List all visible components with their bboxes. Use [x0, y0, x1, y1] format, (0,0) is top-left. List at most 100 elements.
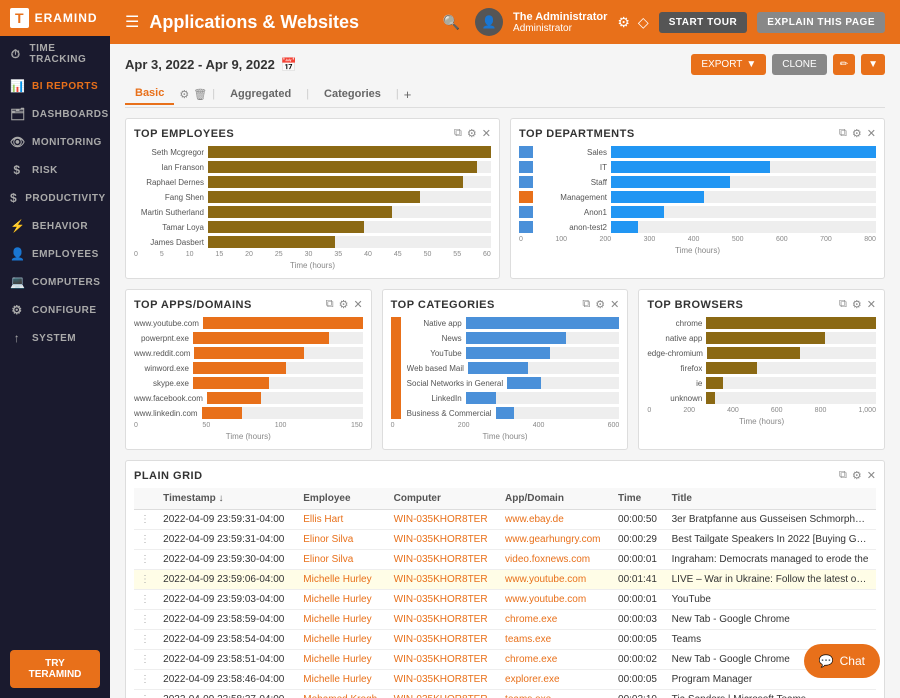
tab-basic[interactable]: Basic [125, 83, 174, 105]
cell-computer[interactable]: WIN-035KHOR8TER [388, 650, 499, 670]
cell-app[interactable]: www.gearhungry.com [499, 530, 612, 550]
col-dots [134, 488, 157, 510]
close-icon[interactable]: ✕ [610, 298, 619, 311]
copy-icon[interactable]: ⧉ [839, 127, 847, 140]
sidebar-item-risk[interactable]: $ RISK [0, 156, 110, 184]
col-time: Time [612, 488, 666, 510]
delete-icon[interactable]: 🗑 [193, 88, 207, 101]
row-dots[interactable]: ⋮ [134, 690, 157, 698]
explain-page-button[interactable]: EXPLAIN THIS PAGE [757, 12, 885, 33]
cell-app[interactable]: www.ebay.de [499, 510, 612, 530]
cell-computer[interactable]: WIN-035KHOR8TER [388, 690, 499, 698]
search-icon[interactable]: 🔍 [443, 14, 460, 31]
cell-employee[interactable]: Michelle Hurley [297, 590, 387, 610]
top-departments-title: TOP DEPARTMENTS [519, 128, 635, 140]
cell-employee[interactable]: Michelle Hurley [297, 570, 387, 590]
edit-button[interactable]: ✏ [833, 54, 855, 75]
settings-icon[interactable]: ⚙ [852, 298, 862, 311]
tab-categories[interactable]: Categories [314, 84, 391, 104]
start-tour-button[interactable]: START TOUR [659, 12, 748, 33]
export-button[interactable]: EXPORT ▼ [691, 54, 766, 75]
cell-computer[interactable]: WIN-035KHOR8TER [388, 610, 499, 630]
cell-employee[interactable]: Ellis Hart [297, 510, 387, 530]
cell-computer[interactable]: WIN-035KHOR8TER [388, 510, 499, 530]
settings-icon[interactable]: ⚙ [852, 469, 862, 482]
row-dots[interactable]: ⋮ [134, 650, 157, 670]
calendar-icon[interactable]: 📅 [281, 57, 297, 73]
sidebar-item-time-tracking[interactable]: ⏱ TIME TRACKING [0, 36, 110, 72]
cell-app[interactable]: explorer.exe [499, 670, 612, 690]
cell-computer[interactable]: WIN-035KHOR8TER [388, 590, 499, 610]
bar-row: skype.exe [134, 377, 363, 389]
filter-button[interactable]: ▼ [861, 54, 885, 75]
bar-row: Web based Mail [407, 362, 620, 374]
cell-employee[interactable]: Elinor Silva [297, 530, 387, 550]
row-dots[interactable]: ⋮ [134, 610, 157, 630]
copy-icon[interactable]: ⧉ [839, 469, 847, 482]
eye-icon: 👁 [10, 135, 24, 149]
cell-computer[interactable]: WIN-035KHOR8TER [388, 550, 499, 570]
chart-icon: 📊 [10, 79, 24, 93]
sidebar-item-system[interactable]: ↑ SYSTEM [0, 324, 110, 352]
settings-icon[interactable]: ⚙ [467, 127, 477, 140]
row-dots[interactable]: ⋮ [134, 510, 157, 530]
cell-title: 3er Bratpfanne aus Gusseisen Schmorphann… [666, 510, 876, 530]
top-departments-chart: Sales IT Staff Management Anon1 anon-tes… [537, 146, 876, 233]
cell-computer[interactable]: WIN-035KHOR8TER [388, 670, 499, 690]
copy-icon[interactable]: ⧉ [326, 298, 334, 311]
close-icon[interactable]: ✕ [867, 298, 876, 311]
row-dots[interactable]: ⋮ [134, 590, 157, 610]
cell-computer[interactable]: WIN-035KHOR8TER [388, 530, 499, 550]
diamond-icon[interactable]: ◇ [638, 14, 649, 31]
cell-app[interactable]: video.foxnews.com [499, 550, 612, 570]
cell-employee[interactable]: Michelle Hurley [297, 630, 387, 650]
cell-timestamp: 2022-04-09 23:59:03-04:00 [157, 590, 297, 610]
cell-app[interactable]: teams.exe [499, 630, 612, 650]
row-dots[interactable]: ⋮ [134, 630, 157, 650]
cell-app[interactable]: teams.exe [499, 690, 612, 698]
try-teramind-button[interactable]: TRY TERAMIND [10, 650, 100, 688]
cell-app[interactable]: www.youtube.com [499, 570, 612, 590]
sidebar-item-productivity[interactable]: $ PRODUCTIVITY [0, 184, 110, 212]
row-dots[interactable]: ⋮ [134, 570, 157, 590]
cell-employee[interactable]: Michelle Hurley [297, 610, 387, 630]
clone-button[interactable]: CLONE [772, 54, 826, 75]
row-dots[interactable]: ⋮ [134, 530, 157, 550]
tab-aggregated[interactable]: Aggregated [220, 84, 301, 104]
tabs: Basic ⚙ 🗑 | Aggregated | Categories | + [125, 83, 885, 108]
row-dots[interactable]: ⋮ [134, 670, 157, 690]
settings-icon[interactable]: ⚙ [179, 88, 189, 101]
cell-employee[interactable]: Michelle Hurley [297, 670, 387, 690]
copy-icon[interactable]: ⧉ [454, 127, 462, 140]
cell-app[interactable]: chrome.exe [499, 650, 612, 670]
sidebar-item-employees[interactable]: 👤 EMPLOYEES [0, 240, 110, 268]
sidebar-item-bi-reports[interactable]: 📊 BI REPORTS [0, 72, 110, 100]
chat-button[interactable]: 💬 Chat [804, 644, 880, 678]
cell-app[interactable]: chrome.exe [499, 610, 612, 630]
close-icon[interactable]: ✕ [867, 127, 876, 140]
cell-app[interactable]: www.youtube.com [499, 590, 612, 610]
row-dots[interactable]: ⋮ [134, 550, 157, 570]
sidebar-item-behavior[interactable]: ⚡ BEHAVIOR [0, 212, 110, 240]
col-timestamp[interactable]: Timestamp ↓ [157, 488, 297, 510]
sidebar-item-configure[interactable]: ⚙ CONFIGURE [0, 296, 110, 324]
cell-employee[interactable]: Michelle Hurley [297, 650, 387, 670]
close-icon[interactable]: ✕ [482, 127, 491, 140]
close-icon[interactable]: ✕ [353, 298, 362, 311]
settings-icon[interactable]: ⚙ [595, 298, 605, 311]
copy-icon[interactable]: ⧉ [839, 298, 847, 311]
close-icon[interactable]: ✕ [867, 469, 876, 482]
menu-icon[interactable]: ☰ [125, 12, 139, 32]
sidebar-item-computers[interactable]: 💻 COMPUTERS [0, 268, 110, 296]
settings-icon[interactable]: ⚙ [852, 127, 862, 140]
cell-computer[interactable]: WIN-035KHOR8TER [388, 570, 499, 590]
sidebar-item-monitoring[interactable]: 👁 MONITORING [0, 128, 110, 156]
cell-computer[interactable]: WIN-035KHOR8TER [388, 630, 499, 650]
cell-employee[interactable]: Elinor Silva [297, 550, 387, 570]
sidebar-item-dashboards[interactable]: 🗂 DASHBOARDS [0, 100, 110, 128]
cell-employee[interactable]: Mohamed Krogh [297, 690, 387, 698]
settings-icon[interactable]: ⚙ [617, 14, 630, 31]
copy-icon[interactable]: ⧉ [582, 298, 590, 311]
settings-icon[interactable]: ⚙ [339, 298, 349, 311]
add-tab-button[interactable]: + [404, 87, 412, 102]
